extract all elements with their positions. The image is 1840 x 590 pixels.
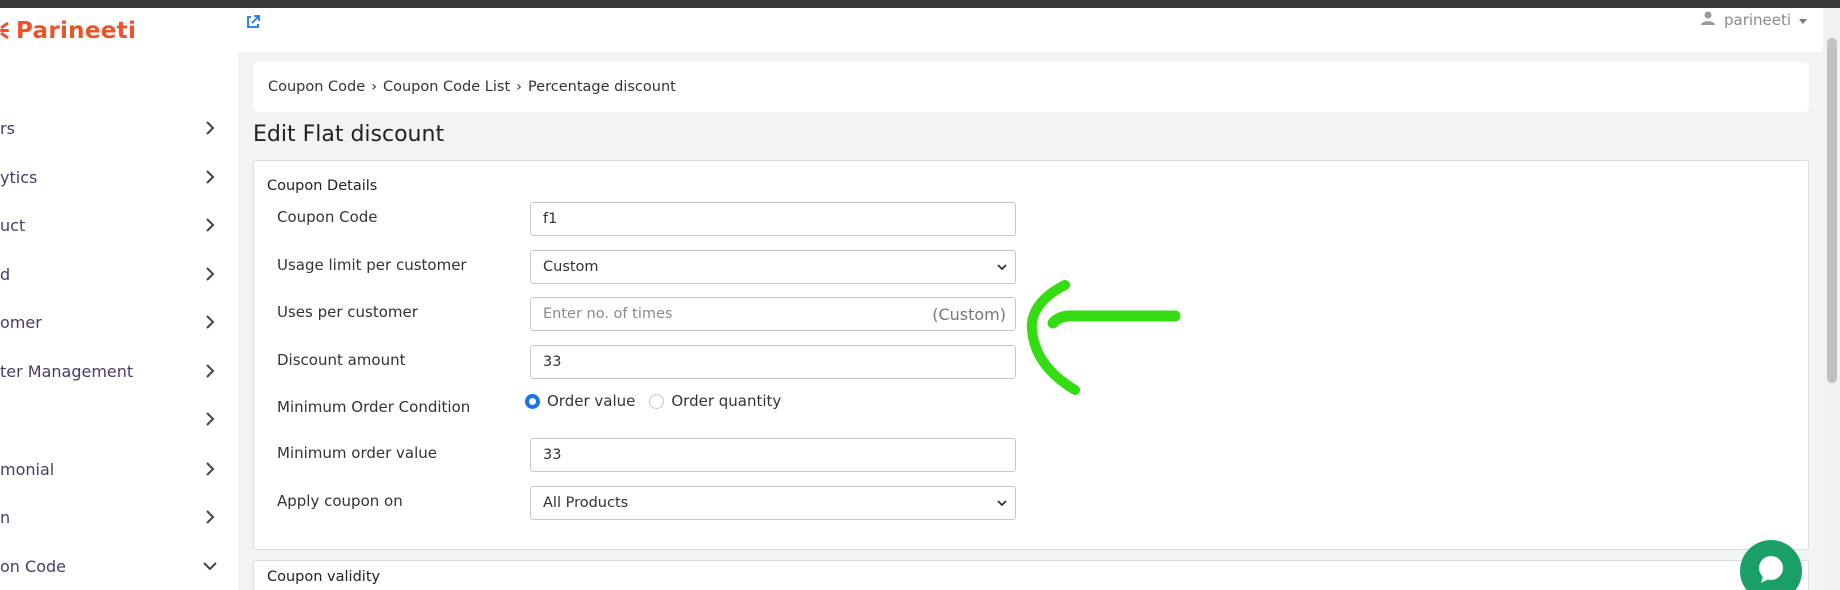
breadcrumb-separator: › [371, 79, 377, 95]
chevron-right-icon [200, 118, 220, 138]
user-menu[interactable]: parineeti [1700, 10, 1808, 30]
sidebar-item-label: rs [0, 118, 15, 138]
sidebar-item-management[interactable]: ter Management [0, 356, 230, 386]
coupon-code-label: Coupon Code [277, 208, 378, 226]
sidebar-item-label: on Code [0, 556, 66, 576]
min-order-condition-label: Minimum Order Condition [277, 398, 471, 416]
breadcrumb-item[interactable]: Coupon Code [268, 79, 365, 95]
page-title: Edit Flat discount [253, 122, 445, 147]
sidebar: Parineeti rs ytics uct d omer ter Manage… [0, 8, 238, 590]
sidebar-item-n[interactable]: n [0, 502, 230, 532]
apply-coupon-on-label: Apply coupon on [277, 492, 403, 510]
discount-amount-value: 33 [543, 354, 562, 370]
radio-selected-icon[interactable] [525, 393, 540, 409]
chevron-right-icon [200, 264, 220, 284]
min-order-value-label: Minimum order value [277, 444, 438, 462]
discount-amount-label: Discount amount [277, 351, 406, 369]
chevron-down-icon [995, 260, 1009, 274]
coupon-code-input[interactable]: f1 [530, 202, 1016, 236]
min-order-condition-radio-group: Order value Order quantity [525, 392, 795, 410]
uses-per-customer-label: Uses per customer [277, 303, 418, 321]
radio-label: Order value [547, 392, 636, 410]
sidebar-item-label: uct [0, 215, 26, 235]
apply-coupon-on-select[interactable]: All Products [530, 486, 1016, 520]
username: parineeti [1724, 11, 1792, 29]
apply-coupon-on-value: All Products [543, 495, 629, 511]
sidebar-item-unlabeled[interactable] [0, 404, 230, 434]
sidebar-item-label: n [0, 507, 11, 527]
breadcrumb-separator: › [516, 79, 522, 95]
chevron-right-icon [200, 167, 220, 187]
top-strip [0, 0, 1840, 8]
usage-limit-value: Custom [543, 259, 599, 275]
sidebar-item-label: omer [0, 312, 42, 332]
external-link-icon[interactable] [245, 14, 263, 32]
chevron-right-icon [200, 312, 220, 332]
discount-amount-input[interactable]: 33 [530, 345, 1016, 379]
chevron-right-icon [200, 361, 220, 381]
brand-name: Parineeti [16, 18, 137, 44]
sidebar-item-users[interactable]: rs [0, 113, 230, 143]
coupon-validity-card [253, 560, 1809, 590]
sidebar-item-label: ter Management [0, 361, 134, 381]
sidebar-item-d[interactable]: d [0, 259, 230, 289]
chevron-right-icon [200, 409, 220, 429]
chevron-right-icon [200, 459, 220, 479]
usage-limit-select[interactable]: Custom [530, 250, 1016, 284]
radio-unselected-icon[interactable] [649, 393, 665, 409]
breadcrumb: Coupon Code › Coupon Code List › Percent… [253, 62, 1809, 112]
sidebar-item-testimonial[interactable]: monial [0, 454, 230, 484]
sidebar-item-label: monial [0, 459, 55, 479]
brand-logo[interactable]: Parineeti [0, 14, 136, 48]
logo-mark-icon [0, 19, 14, 43]
sidebar-item-analytics[interactable]: ytics [0, 162, 230, 192]
chat-bubble-icon [1753, 551, 1789, 590]
sidebar-item-customer[interactable]: omer [0, 307, 230, 337]
sidebar-item-label: d [0, 264, 11, 284]
vertical-scrollbar[interactable] [1823, 8, 1840, 590]
chevron-down-icon [995, 496, 1009, 510]
top-header [238, 8, 1823, 52]
user-icon [1700, 10, 1716, 30]
scrollbar-thumb[interactable] [1827, 38, 1837, 383]
custom-suffix: (Custom) [932, 304, 1006, 324]
coupon-code-value: f1 [543, 211, 558, 227]
chevron-right-icon [200, 507, 220, 527]
chevron-right-icon [200, 215, 220, 235]
min-order-value-value: 33 [543, 447, 562, 463]
sidebar-item-label: ytics [0, 167, 38, 187]
uses-per-customer-input[interactable]: Enter no. of times (Custom) [530, 297, 1016, 331]
annotation-arrow-icon [1026, 280, 1181, 395]
usage-limit-label: Usage limit per customer [277, 256, 467, 274]
radio-order-quantity[interactable]: Order quantity [649, 392, 781, 410]
uses-per-customer-placeholder: Enter no. of times [543, 306, 673, 322]
section-title-coupon-details: Coupon Details [267, 178, 378, 194]
radio-label: Order quantity [671, 392, 782, 410]
caret-down-icon [1799, 11, 1808, 29]
breadcrumb-item[interactable]: Coupon Code List [383, 79, 510, 95]
sidebar-item-coupon-code[interactable]: on Code [0, 551, 230, 581]
chevron-down-icon [200, 556, 220, 576]
breadcrumb-item: Percentage discount [527, 79, 676, 95]
min-order-value-input[interactable]: 33 [530, 438, 1016, 472]
section-title-coupon-validity: Coupon validity [267, 569, 381, 585]
sidebar-item-product[interactable]: uct [0, 210, 230, 240]
radio-order-value[interactable]: Order value [525, 392, 635, 410]
